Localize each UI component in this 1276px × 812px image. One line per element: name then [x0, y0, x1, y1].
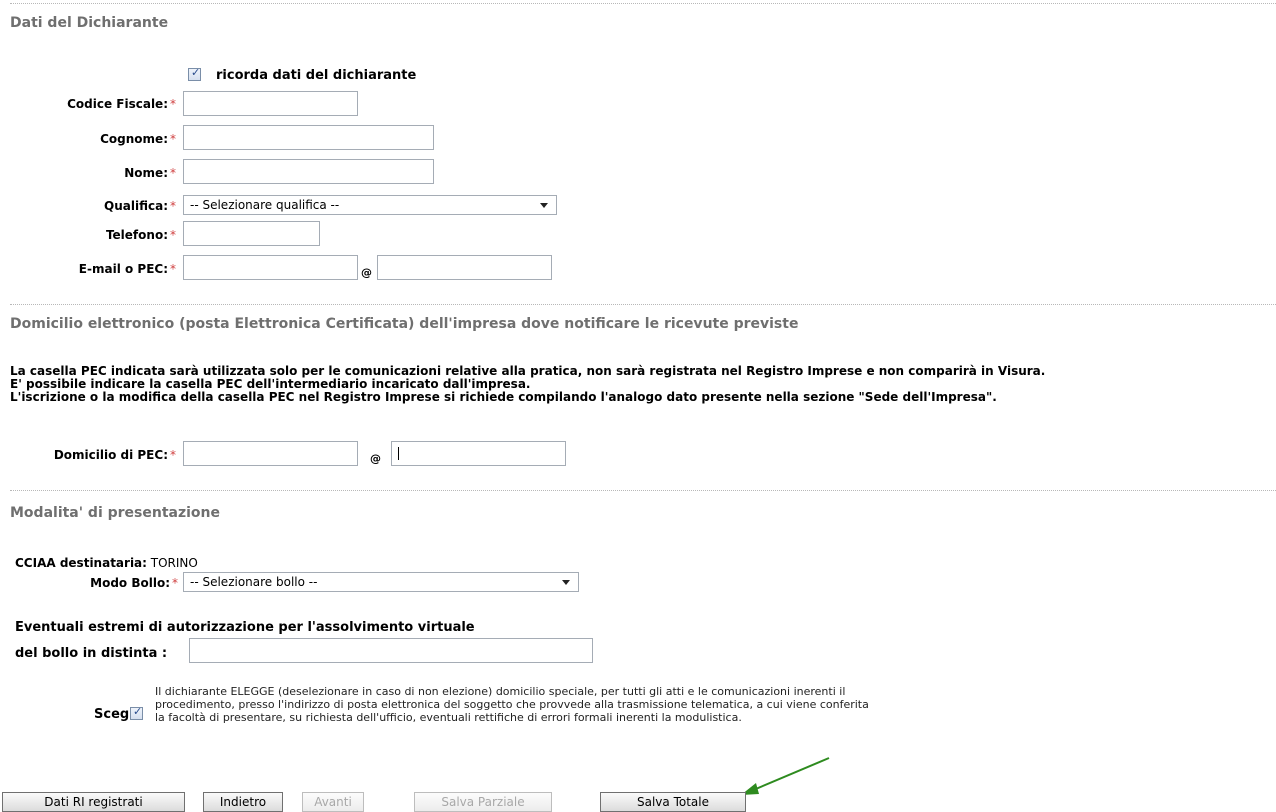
qualifica-selected-value: -- Selezionare qualifica -- [190, 198, 340, 212]
check-icon: ✓ [133, 705, 143, 718]
salva-totale-button[interactable]: Salva Totale [600, 792, 746, 812]
email-domain-input[interactable] [377, 255, 552, 280]
elegge-text-line-3: la facoltà di presentare, su richiesta d… [155, 711, 742, 724]
codice-fiscale-input[interactable] [183, 91, 358, 116]
telefono-label: Telefono: * [105, 228, 176, 242]
elegge-text-line-1: Il dichiarante ELEGGE (deselezionare in … [155, 685, 846, 698]
salva-parziale-button[interactable]: Salva Parziale [414, 792, 552, 812]
section-title-pec: Domicilio elettronico (posta Elettronica… [10, 316, 799, 332]
chevron-down-icon [562, 580, 570, 585]
required-marker: * [170, 166, 176, 180]
estremi-label-line-1: Eventuali estremi di autorizzazione per … [15, 620, 475, 635]
pec-info-line-3: L'iscrizione o la modifica della casella… [10, 390, 997, 404]
remember-data-checkbox[interactable]: ✓ [188, 66, 201, 81]
bollo-selected-value: -- Selezionare bollo -- [190, 575, 318, 589]
cognome-input[interactable] [183, 125, 434, 150]
at-sign: @ [361, 266, 372, 279]
modo-bollo-select[interactable]: -- Selezionare bollo -- [183, 572, 579, 592]
domicilio-pec-label: Domicilio di PEC: * [53, 448, 176, 462]
required-marker: * [170, 228, 176, 242]
required-marker: * [170, 132, 176, 146]
divider-pec [10, 304, 1276, 305]
remember-data-label: ricorda dati del dichiarante [216, 68, 417, 83]
codice-fiscale-label: Codice Fiscale: * [67, 97, 176, 111]
cciaa-label: CCIAA destinataria: [15, 556, 147, 570]
cciaa-row: CCIAA destinataria: TORINO [15, 556, 198, 570]
nome-input[interactable] [183, 159, 434, 184]
telefono-input[interactable] [183, 221, 320, 246]
qualifica-select[interactable]: -- Selezionare qualifica -- [183, 195, 557, 215]
pec-user-input[interactable] [183, 441, 358, 466]
dati-ri-registrati-button[interactable]: Dati RI registrati [2, 792, 185, 812]
email-user-input[interactable] [183, 255, 358, 280]
estremi-input[interactable] [189, 638, 593, 663]
nome-label: Nome: * [124, 166, 176, 180]
estremi-label-line-2: del bollo in distinta : [15, 646, 168, 661]
check-icon: ✓ [191, 66, 201, 79]
required-marker: * [170, 199, 176, 213]
required-marker: * [170, 448, 176, 462]
avanti-button[interactable]: Avanti [302, 792, 364, 812]
annotation-arrow-icon [741, 757, 830, 795]
divider-presentation [10, 490, 1276, 491]
qualifica-label: Qualifica: * [104, 199, 176, 213]
elegge-text-line-2: procedimento, presso l'indirizzo di post… [155, 698, 869, 711]
section-title-presentation: Modalita' di presentazione [10, 505, 220, 521]
at-sign-pec: @ [370, 452, 381, 465]
modo-bollo-label: Modo Bollo: * [90, 576, 178, 590]
elegge-checkbox[interactable]: ✓ [130, 705, 143, 720]
required-marker: * [170, 97, 176, 111]
indietro-button[interactable]: Indietro [203, 792, 283, 812]
section-title-declarant: Dati del Dichiarante [10, 15, 169, 31]
top-divider [10, 3, 1276, 4]
chevron-down-icon [540, 203, 548, 208]
email-label: E-mail o PEC: * [78, 262, 176, 276]
required-marker: * [172, 576, 178, 590]
required-marker: * [170, 262, 176, 276]
cciaa-value: TORINO [150, 556, 198, 570]
pec-domain-input[interactable] [391, 441, 566, 466]
text-cursor [398, 447, 399, 460]
cognome-label: Cognome: * [100, 132, 176, 146]
